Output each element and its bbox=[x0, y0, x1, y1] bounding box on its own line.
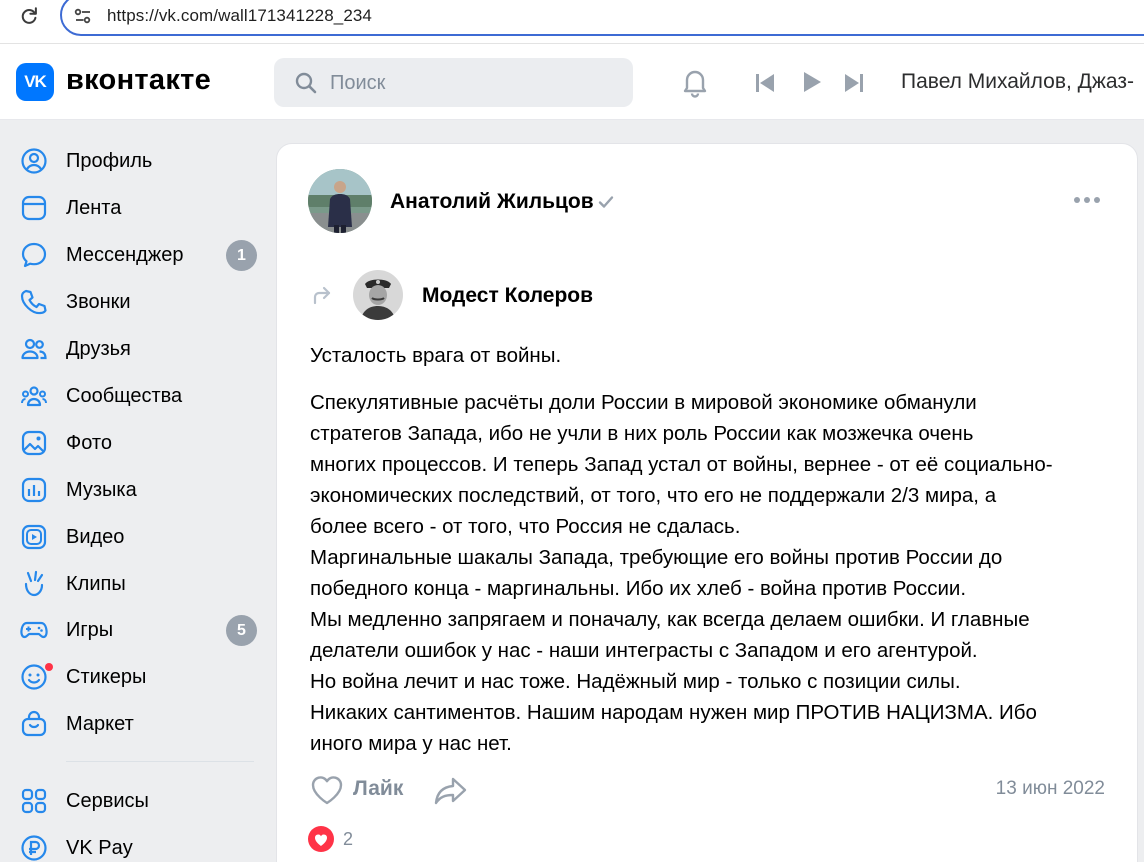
sidebar-item-friends[interactable]: Друзья bbox=[18, 329, 263, 369]
wall-post-card: Анатолий Жильцов Модест Колеров Усталост… bbox=[276, 143, 1138, 862]
market-icon bbox=[21, 710, 47, 737]
post-title: Усталость врага от войны. bbox=[310, 344, 562, 367]
communities-icon bbox=[21, 386, 47, 407]
like-button[interactable]: Лайк bbox=[353, 777, 403, 801]
post-text-line: Но война лечит и нас тоже. Надёжный мир … bbox=[310, 670, 961, 693]
now-playing-track[interactable]: Павел Михайлов, Джаз- bbox=[901, 70, 1134, 94]
share-arrow-icon[interactable] bbox=[433, 774, 469, 806]
sidebar-divider bbox=[66, 761, 254, 762]
music-icon bbox=[21, 477, 47, 503]
sidebar-item-clips[interactable]: Клипы bbox=[18, 564, 263, 604]
games-icon bbox=[20, 621, 48, 639]
sidebar-item-market[interactable]: Маркет bbox=[18, 704, 263, 744]
url-text[interactable]: https://vk.com/wall171341228_234 bbox=[107, 6, 372, 26]
sidebar-item-label: Лента bbox=[66, 197, 122, 219]
play-icon[interactable] bbox=[801, 71, 823, 93]
phone-icon bbox=[20, 289, 47, 315]
search-placeholder: Поиск bbox=[330, 72, 386, 94]
post-text-line: Никаких сантиментов. Нашим народам нужен… bbox=[310, 701, 1037, 724]
post-text-line: экономических последствий, от того, что … bbox=[310, 484, 997, 507]
heart-icon bbox=[314, 834, 328, 846]
vkpay-icon bbox=[21, 835, 47, 861]
person-photo-icon bbox=[308, 169, 372, 233]
more-options-icon[interactable] bbox=[1073, 194, 1101, 206]
sidebar-item-label: Фото bbox=[66, 432, 112, 454]
post-text-line: многих процессов. И теперь Запад устал о… bbox=[310, 453, 1053, 476]
sidebar-item-stickers[interactable]: Стикеры bbox=[18, 657, 263, 697]
sidebar-item-label: Сервисы bbox=[66, 790, 149, 812]
next-track-icon[interactable] bbox=[843, 72, 865, 94]
notifications-bell-icon[interactable] bbox=[679, 66, 711, 98]
search-icon bbox=[295, 72, 317, 94]
post-text-line: Маргинальные шакалы Запада, требующие ег… bbox=[310, 546, 1003, 569]
sidebar-item-label: Друзья bbox=[66, 338, 131, 360]
photo-icon bbox=[21, 430, 47, 456]
post-text-line: победного конца - маргинальны. Ибо их хл… bbox=[310, 577, 967, 600]
vk-logo-icon[interactable]: VK bbox=[16, 63, 54, 101]
reload-icon[interactable] bbox=[18, 5, 40, 27]
site-settings-icon[interactable] bbox=[73, 6, 93, 26]
sidebar-item-label: VK Pay bbox=[66, 837, 133, 859]
sidebar-item-music[interactable]: Музыка bbox=[18, 470, 263, 510]
sidebar-item-games[interactable]: Игры 5 bbox=[18, 610, 263, 650]
sidebar-item-communities[interactable]: Сообщества bbox=[18, 376, 263, 416]
sidebar-item-label: Звонки bbox=[66, 291, 131, 313]
post-author-name[interactable]: Анатолий Жильцов bbox=[390, 190, 594, 214]
sidebar-item-label: Мессенджер bbox=[66, 244, 184, 266]
sidebar-item-label: Игры bbox=[66, 619, 114, 641]
sidebar-item-label: Музыка bbox=[66, 479, 137, 501]
services-icon bbox=[21, 788, 47, 814]
clips-icon bbox=[24, 570, 44, 597]
browser-toolbar: https://vk.com/wall171341228_234 bbox=[0, 0, 1144, 44]
sidebar-item-photo[interactable]: Фото bbox=[18, 423, 263, 463]
sidebar-item-calls[interactable]: Звонки bbox=[18, 282, 263, 322]
site-header: VK вконтакте Поиск Павел Михайлов, Джаз- bbox=[0, 44, 1144, 120]
sidebar-item-label: Сообщества bbox=[66, 385, 183, 407]
feed-icon bbox=[21, 195, 47, 221]
original-author-name[interactable]: Модест Колеров bbox=[422, 284, 593, 308]
person-photo-icon bbox=[353, 270, 403, 320]
sidebar-item-messenger[interactable]: Мессенджер 1 bbox=[18, 235, 263, 275]
reactions-count[interactable]: 2 bbox=[343, 829, 353, 850]
profile-icon bbox=[21, 148, 47, 174]
vk-wordmark[interactable]: вконтакте bbox=[66, 64, 211, 97]
verified-check-icon bbox=[598, 196, 614, 208]
sidebar-item-feed[interactable]: Лента bbox=[18, 188, 263, 228]
sidebar-item-profile[interactable]: Профиль bbox=[18, 141, 263, 181]
sidebar-item-label: Стикеры bbox=[66, 666, 147, 688]
post-text-line: более всего - от того, что Россия не сда… bbox=[310, 515, 741, 538]
post-text-line: делатели ошибок у нас - наши интеграсты … bbox=[310, 639, 978, 662]
author-avatar[interactable] bbox=[308, 169, 372, 233]
messenger-icon bbox=[21, 242, 47, 268]
post-text-line: стратегов Запада, ибо не учли в них роль… bbox=[310, 422, 974, 445]
post-text-line: иного мира у нас нет. bbox=[310, 732, 512, 755]
post-text-line: Спекулятивные расчёты доли России в миро… bbox=[310, 391, 977, 414]
sidebar-item-vkpay[interactable]: VK Pay bbox=[18, 828, 263, 862]
repost-arrow-icon bbox=[313, 286, 331, 305]
search-input[interactable]: Поиск bbox=[274, 58, 633, 107]
sidebar-item-label: Профиль bbox=[66, 150, 153, 172]
reaction-heart-icon[interactable] bbox=[308, 826, 334, 852]
sidebar-item-video[interactable]: Видео bbox=[18, 517, 263, 557]
video-icon bbox=[21, 524, 47, 550]
sidebar-item-label: Клипы bbox=[66, 573, 126, 595]
original-author-avatar[interactable] bbox=[353, 270, 403, 320]
post-text: Спекулятивные расчёты доли России в миро… bbox=[310, 387, 1120, 759]
sidebar-item-label: Маркет bbox=[66, 713, 134, 735]
post-text-line: Мы медленно запрягаем и поначалу, как вс… bbox=[310, 608, 1030, 631]
sidebar-item-services[interactable]: Сервисы bbox=[18, 781, 263, 821]
unread-count-badge: 1 bbox=[226, 240, 257, 271]
new-stickers-dot bbox=[45, 663, 53, 671]
post-date[interactable]: 13 июн 2022 bbox=[996, 778, 1105, 800]
stickers-icon bbox=[21, 664, 47, 690]
previous-track-icon[interactable] bbox=[754, 72, 776, 94]
left-sidebar: Профиль Лента Мессенджер 1 Звонки Друзья… bbox=[0, 121, 270, 862]
friends-icon bbox=[21, 338, 47, 360]
games-count-badge: 5 bbox=[226, 615, 257, 646]
like-heart-icon[interactable] bbox=[310, 774, 344, 806]
sidebar-item-label: Видео bbox=[66, 526, 125, 548]
